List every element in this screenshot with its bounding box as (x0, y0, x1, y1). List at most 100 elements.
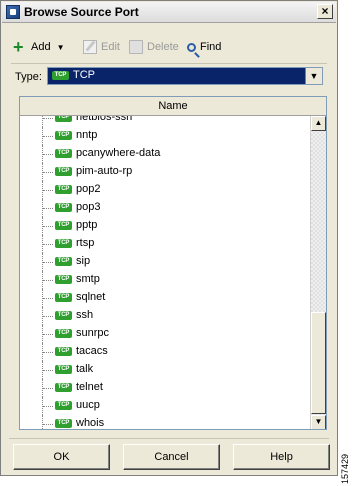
type-select[interactable]: TCP TCP ▼ (47, 67, 323, 85)
list-item[interactable]: TCP pptp (20, 217, 310, 235)
tcp-icon: TCP (55, 203, 72, 212)
tcp-icon: TCP (55, 167, 72, 176)
edit-button[interactable]: Edit (83, 37, 120, 57)
tree-connector (42, 217, 55, 235)
add-label: Add (31, 41, 51, 53)
list-item-label: smtp (76, 273, 100, 285)
tcp-icon: TCP (55, 149, 72, 158)
list-item[interactable]: TCP talk (20, 361, 310, 379)
list-item[interactable]: TCP whois (20, 415, 310, 429)
plus-icon (13, 37, 27, 58)
tree-connector (42, 181, 55, 199)
list-item[interactable]: TCP pop2 (20, 181, 310, 199)
list-item-label: pop2 (76, 183, 101, 195)
tcp-icon: TCP (52, 70, 69, 80)
list-item-label: netbios-ssn (76, 116, 133, 123)
vertical-scrollbar[interactable]: ▲ ▼ (310, 116, 326, 429)
port-list[interactable]: Name TCP netbios-ssn TCP nntp TCP pcanywhere-… (19, 96, 327, 430)
type-label: Type: (15, 71, 42, 83)
list-item-label: pop3 (76, 201, 101, 213)
tcp-icon: TCP (55, 311, 72, 320)
app-icon (6, 5, 20, 19)
list-item-label: ssh (76, 309, 94, 321)
toolbar-divider (11, 63, 327, 64)
list-item[interactable]: TCP pop3 (20, 199, 310, 217)
tree-connector (42, 307, 55, 325)
help-button[interactable]: Help (233, 444, 330, 470)
browse-source-port-dialog: Browse Source Port × Add ▼ Edit Delete F… (0, 0, 338, 476)
tree-connector (42, 379, 55, 397)
list-item[interactable]: TCP sip (20, 253, 310, 271)
tree-connector (42, 271, 55, 289)
list-item[interactable]: TCP pcanywhere-data (20, 145, 310, 163)
list-item-label: uucp (76, 399, 100, 411)
list-item[interactable]: TCP nntp (20, 127, 310, 145)
footer-divider (9, 438, 329, 439)
tcp-icon: TCP (55, 401, 72, 410)
tree-connector (42, 361, 55, 379)
tree-connector (42, 253, 55, 271)
list-item[interactable]: TCP tacacs (20, 343, 310, 361)
list-item[interactable]: TCP sunrpc (20, 325, 310, 343)
delete-button[interactable]: Delete (129, 37, 179, 57)
type-selected-value: TCP TCP (52, 69, 95, 81)
type-row: Type: TCP TCP ▼ (15, 67, 327, 87)
list-item[interactable]: TCP telnet (20, 379, 310, 397)
list-item-label: talk (76, 363, 94, 375)
scroll-down-icon[interactable]: ▼ (311, 415, 326, 429)
list-item[interactable]: TCP ssh (20, 307, 310, 325)
figure-code: 157429 (340, 453, 350, 484)
list-item-label: sunrpc (76, 327, 110, 339)
tree-connector (42, 343, 55, 361)
tcp-icon: TCP (55, 419, 72, 428)
list-item[interactable]: TCP smtp (20, 271, 310, 289)
type-value-text: TCP (73, 69, 95, 81)
list-item-label: pim-auto-rp (76, 165, 133, 177)
toolbar: Add ▼ Edit Delete Find (11, 37, 327, 59)
tree-connector (42, 163, 55, 181)
list-item[interactable]: TCP uucp (20, 397, 310, 415)
list-item-label: sqlnet (76, 291, 106, 303)
list-item[interactable]: TCP netbios-ssn (20, 116, 310, 127)
tcp-icon: TCP (55, 329, 72, 338)
tcp-icon: TCP (55, 239, 72, 248)
search-icon (187, 42, 196, 52)
tree-connector (42, 415, 55, 429)
column-header-name[interactable]: Name (20, 97, 326, 116)
chevron-down-icon[interactable]: ▼ (57, 43, 65, 52)
scroll-up-icon[interactable]: ▲ (311, 116, 326, 131)
tree-connector (42, 145, 55, 163)
tcp-icon: TCP (55, 347, 72, 356)
scroll-thumb[interactable] (311, 312, 326, 414)
tree-connector (42, 325, 55, 343)
tcp-icon: TCP (55, 383, 72, 392)
list-item-label: whois (76, 417, 105, 429)
list-item-label: nntp (76, 129, 98, 141)
cancel-button[interactable]: Cancel (123, 444, 220, 470)
chevron-down-icon[interactable]: ▼ (305, 68, 322, 84)
title-bar: Browse Source Port × (2, 2, 336, 23)
list-item-label: pptp (76, 219, 98, 231)
find-button[interactable]: Find (187, 37, 221, 57)
tree-connector (42, 397, 55, 415)
tcp-icon: TCP (55, 131, 72, 140)
list-item[interactable]: TCP sqlnet (20, 289, 310, 307)
list-item-label: rtsp (76, 237, 95, 249)
find-label: Find (200, 41, 222, 53)
edit-icon (83, 40, 97, 54)
ok-button[interactable]: OK (13, 444, 110, 470)
list-item[interactable]: TCP rtsp (20, 235, 310, 253)
tree-connector (42, 127, 55, 145)
list-items: TCP netbios-ssn TCP nntp TCP pcanywhere-data T… (20, 116, 310, 429)
add-button[interactable]: Add ▼ (13, 37, 65, 58)
tcp-icon: TCP (55, 293, 72, 302)
list-item-label: sip (76, 255, 91, 267)
edit-label: Edit (101, 41, 120, 53)
list-item-label: telnet (76, 381, 103, 393)
delete-label: Delete (147, 41, 179, 53)
tree-connector (42, 199, 55, 217)
tcp-icon: TCP (55, 257, 72, 266)
list-item[interactable]: TCP pim-auto-rp (20, 163, 310, 181)
close-icon[interactable]: × (317, 4, 333, 19)
tcp-icon: TCP (55, 116, 72, 122)
